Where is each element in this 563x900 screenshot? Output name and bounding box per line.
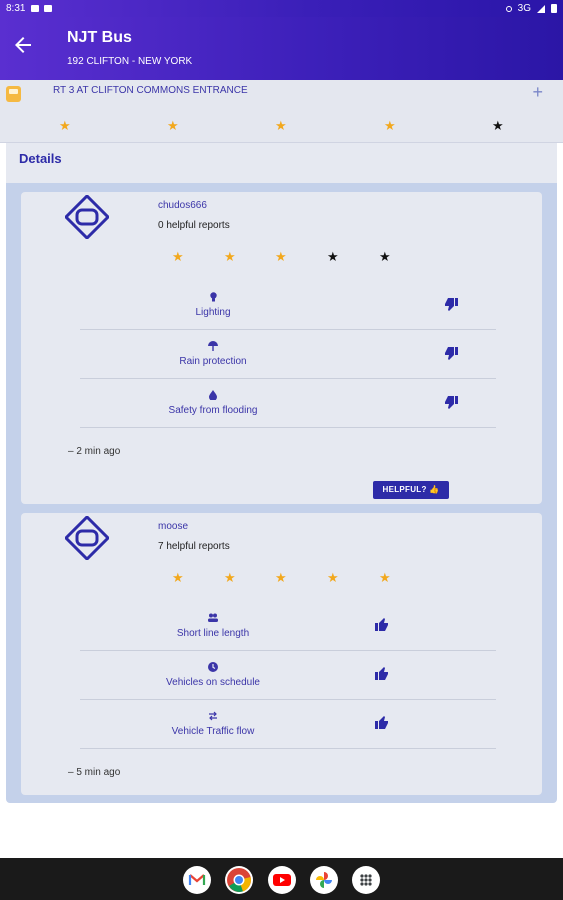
lightbulb-icon (208, 292, 218, 302)
njt-logo-icon (65, 195, 109, 239)
plus-icon[interactable]: + (532, 82, 543, 103)
swap-arrows-icon (208, 711, 218, 721)
feature-row: Vehicle Traffic flow (80, 700, 496, 749)
feature-label: Rain protection (179, 356, 247, 367)
thumbs-up-icon[interactable] (375, 667, 389, 681)
gmail-icon[interactable] (183, 866, 211, 894)
feature-row: Short line length (80, 602, 496, 651)
network-type: 3G (517, 3, 531, 14)
report-star-4: ★ (327, 570, 339, 585)
thumbs-down-icon[interactable] (444, 395, 458, 409)
route-subtitle: 192 CLIFTON - NEW YORK (67, 56, 193, 67)
report-star-3: ★ (275, 249, 287, 264)
report-star-1: ★ (172, 570, 184, 585)
report-username[interactable]: moose (158, 521, 188, 532)
helpful-reports-count: 0 helpful reports (158, 220, 230, 231)
page-title: NJT Bus (67, 29, 132, 46)
report-star-3: ★ (275, 570, 287, 585)
clock-icon (208, 662, 218, 672)
helpful-button[interactable]: HELPFUL? 👍 (373, 481, 449, 499)
umbrella-icon (208, 341, 218, 351)
feature-label: Vehicles on schedule (166, 677, 260, 688)
report-star-2: ★ (224, 570, 236, 585)
report-star-5: ★ (379, 570, 391, 585)
system-dock (0, 858, 563, 900)
stop-name: RT 3 AT CLIFTON COMMONS ENTRANCE (53, 85, 248, 96)
report-star-1: ★ (172, 249, 184, 264)
thumbs-down-icon[interactable] (444, 346, 458, 360)
chrome-icon[interactable] (225, 866, 253, 894)
thumbs-up-icon[interactable] (375, 716, 389, 730)
app-bar: NJT Bus 192 CLIFTON - NEW YORK (0, 17, 563, 80)
report-star-5: ★ (379, 249, 391, 264)
battery-icon (551, 4, 557, 13)
report-card: moose 7 helpful reports ★ ★ ★ ★ ★ Short … (21, 513, 542, 795)
status-bar: 8:31 3G (0, 0, 563, 17)
stop-header: RT 3 AT CLIFTON COMMONS ENTRANCE + ★ ★ ★… (0, 80, 563, 143)
helpful-button-label: HELPFUL? (382, 485, 427, 494)
feature-row: Vehicles on schedule (80, 651, 496, 700)
feature-label: Lighting (195, 307, 231, 318)
feature-label: Safety from flooding (168, 405, 258, 416)
feature-row: Rain protection (80, 330, 496, 379)
stop-star-4: ★ (384, 118, 396, 133)
report-username[interactable]: chudos666 (158, 200, 207, 211)
signal-icon (537, 4, 545, 13)
report-star-4: ★ (327, 249, 339, 264)
youtube-icon[interactable] (268, 866, 296, 894)
app-drawer-icon[interactable] (352, 866, 380, 894)
details-panel: Details chudos666 0 helpful reports ★ ★ … (6, 143, 557, 803)
report-time: – 5 min ago (68, 767, 121, 778)
feature-row: Safety from flooding (80, 379, 496, 428)
location-icon (505, 5, 512, 12)
status-time: 8:31 (6, 3, 26, 14)
thumbs-up-icon: 👍 (429, 485, 440, 494)
njt-logo-icon (65, 516, 109, 560)
thumbs-up-icon[interactable] (375, 618, 389, 632)
feature-label: Short line length (176, 628, 250, 639)
stop-star-2: ★ (167, 118, 179, 133)
people-icon (208, 613, 218, 623)
file-notification-icon (44, 5, 53, 12)
report-card: chudos666 0 helpful reports ★ ★ ★ ★ ★ Li… (21, 192, 542, 504)
feature-row: Lighting (80, 281, 496, 330)
bus-icon (6, 86, 21, 102)
report-time: – 2 min ago (68, 446, 121, 457)
water-drop-icon (208, 390, 218, 401)
message-notification-icon (31, 5, 40, 12)
stop-star-5: ★ (492, 118, 504, 133)
thumbs-down-icon[interactable] (444, 297, 458, 311)
feature-label: Vehicle Traffic flow (171, 726, 255, 737)
helpful-reports-count: 7 helpful reports (158, 541, 230, 552)
stop-star-1: ★ (59, 118, 71, 133)
details-header: Details (6, 143, 557, 183)
back-arrow-icon[interactable] (13, 35, 35, 57)
report-star-2: ★ (224, 249, 236, 264)
details-label: Details (19, 151, 62, 166)
photos-icon[interactable] (310, 866, 338, 894)
stop-star-3: ★ (275, 118, 287, 133)
